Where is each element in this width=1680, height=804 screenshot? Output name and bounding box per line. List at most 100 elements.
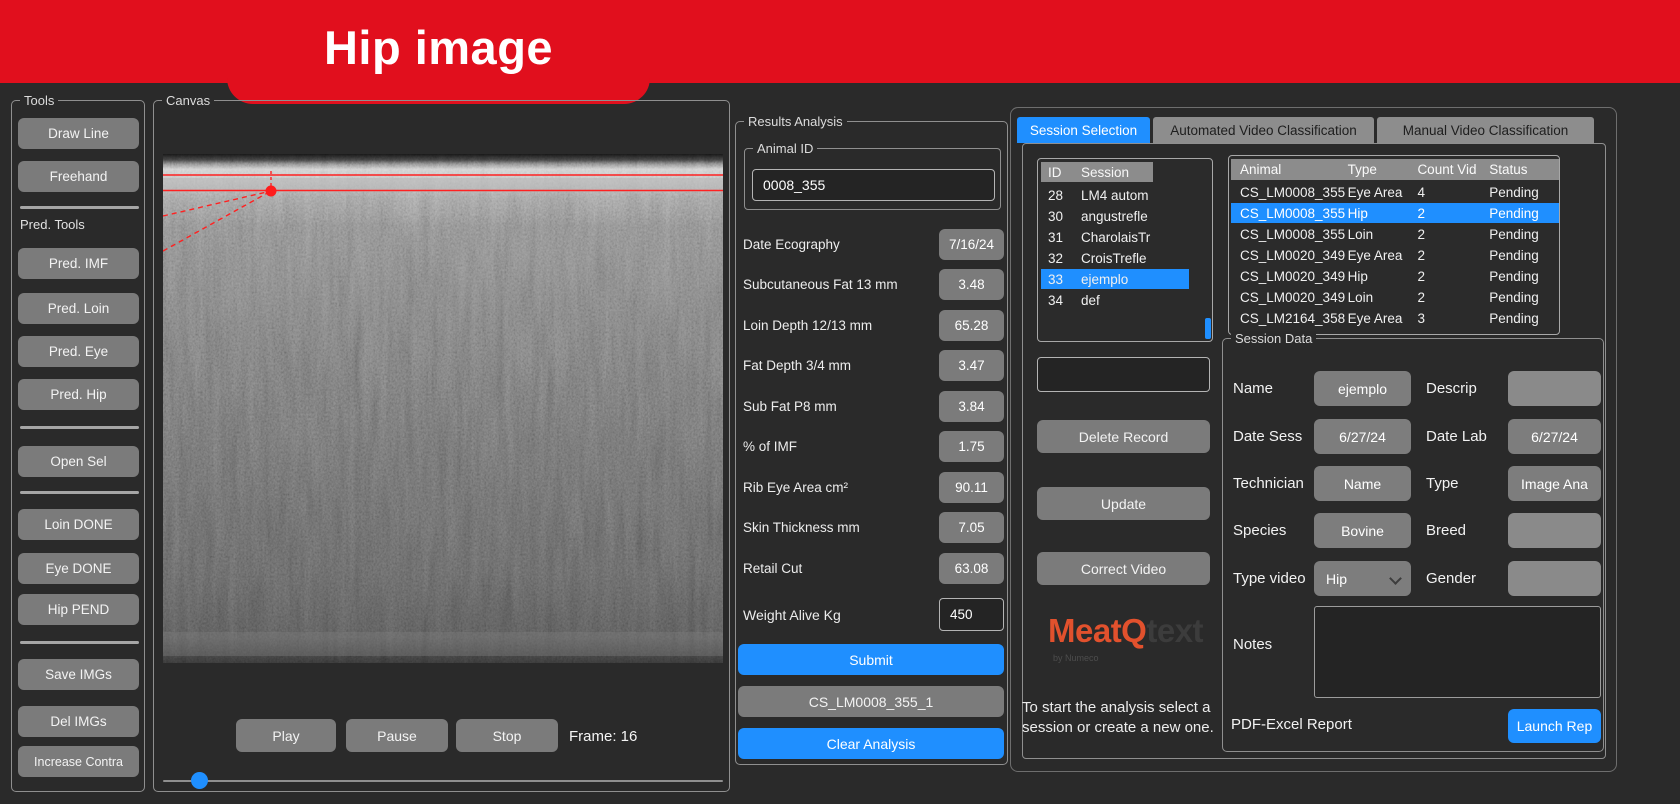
open-sel-button[interactable]: Open Sel bbox=[18, 446, 139, 477]
loin-done-button[interactable]: Loin DONE bbox=[18, 509, 139, 540]
page-title: Hip image bbox=[324, 20, 553, 85]
tab-automated-video-classification[interactable]: Automated Video Classification bbox=[1153, 117, 1374, 143]
measurement-point[interactable] bbox=[266, 186, 277, 197]
session-row[interactable]: 28 LM4 autom bbox=[1041, 185, 1209, 205]
tab-session-selection[interactable]: Session Selection bbox=[1017, 117, 1150, 143]
launch-report-button[interactable]: Launch Rep bbox=[1508, 709, 1601, 743]
record-id-button[interactable]: CS_LM0008_355_1 bbox=[738, 686, 1004, 717]
session-id: 31 bbox=[1041, 230, 1081, 245]
video-row[interactable]: CS_LM0020_349 Hip 2 Pending bbox=[1231, 266, 1559, 286]
video-row[interactable]: CS_LM0020_349 Loin 2 Pending bbox=[1231, 287, 1559, 307]
delete-record-button[interactable]: Delete Record bbox=[1037, 420, 1210, 453]
clear-analysis-button[interactable]: Clear Analysis bbox=[738, 728, 1004, 759]
session-row[interactable]: 30 angustrefle bbox=[1041, 206, 1209, 226]
pred-eye-button[interactable]: Pred. Eye bbox=[18, 336, 139, 367]
animal-id-input[interactable]: 0008_355 bbox=[752, 169, 995, 201]
cell-type: Loin bbox=[1348, 227, 1418, 242]
session-list[interactable]: ID Session 28 LM4 autom 30 angustrefle 3… bbox=[1037, 158, 1213, 342]
frame-slider-handle[interactable] bbox=[191, 772, 208, 789]
video-row[interactable]: CS_LM0008_355 Eye Area 4 Pending bbox=[1231, 182, 1559, 202]
play-button[interactable]: Play bbox=[236, 719, 336, 752]
date-lab-field[interactable]: 6/27/24 bbox=[1508, 419, 1601, 454]
update-button[interactable]: Update bbox=[1037, 487, 1210, 520]
weight-label: Weight Alive Kg bbox=[743, 607, 841, 623]
breed-field[interactable] bbox=[1508, 513, 1601, 548]
pred-imf-button[interactable]: Pred. IMF bbox=[18, 248, 139, 279]
date-sess-field[interactable]: 6/27/24 bbox=[1314, 419, 1411, 454]
pred-loin-button[interactable]: Pred. Loin bbox=[18, 293, 139, 324]
canvas-panel-label: Canvas bbox=[162, 93, 214, 108]
ultrasound-image[interactable] bbox=[163, 154, 723, 663]
notes-label: Notes bbox=[1233, 636, 1272, 653]
field-label: Fat Depth 3/4 mm bbox=[743, 358, 851, 373]
type-field[interactable]: Image Ana bbox=[1508, 466, 1601, 501]
session-id: 28 bbox=[1041, 188, 1081, 203]
stop-button[interactable]: Stop bbox=[456, 719, 558, 752]
type-video-dropdown[interactable]: Hip bbox=[1314, 561, 1411, 596]
field-label: Loin Depth 12/13 mm bbox=[743, 318, 872, 333]
tab-manual-video-classification[interactable]: Manual Video Classification bbox=[1377, 117, 1594, 143]
session-name: LM4 autom bbox=[1081, 188, 1149, 203]
draw-line-button[interactable]: Draw Line bbox=[18, 118, 139, 149]
video-row[interactable]: CS_LM0020_349 Eye Area 2 Pending bbox=[1231, 245, 1559, 265]
hip-pend-button[interactable]: Hip PEND bbox=[18, 594, 139, 625]
cell-animal: CS_LM0008_355 bbox=[1231, 185, 1348, 200]
logo-meatq-text: MeatQ bbox=[1048, 612, 1146, 649]
field-label: Sub Fat P8 mm bbox=[743, 399, 837, 414]
session-id: 33 bbox=[1041, 272, 1081, 287]
cell-count: 2 bbox=[1417, 206, 1489, 221]
frame-slider-track[interactable] bbox=[163, 780, 723, 782]
increase-contrast-button[interactable]: Increase Contra bbox=[18, 746, 139, 777]
session-id: 32 bbox=[1041, 251, 1081, 266]
correct-video-button[interactable]: Correct Video bbox=[1037, 552, 1210, 585]
cell-animal: CS_LM2164_358 bbox=[1231, 311, 1348, 326]
pause-button[interactable]: Pause bbox=[346, 719, 448, 752]
name-field[interactable]: ejemplo bbox=[1314, 371, 1411, 406]
session-row[interactable]: 32 CroisTrefle bbox=[1041, 248, 1209, 268]
technician-label: Technician bbox=[1233, 475, 1304, 492]
technician-field[interactable]: Name bbox=[1314, 466, 1411, 501]
tab-label: Automated Video Classification bbox=[1170, 123, 1357, 138]
cell-status: Pending bbox=[1489, 311, 1559, 326]
meatq-logo: MeatQtext bbox=[1048, 612, 1203, 650]
cell-status: Pending bbox=[1489, 290, 1559, 305]
pred-tools-label: Pred. Tools bbox=[20, 217, 85, 232]
save-imgs-button[interactable]: Save IMGs bbox=[18, 659, 139, 690]
cell-type: Eye Area bbox=[1348, 248, 1418, 263]
session-data-panel: Session Data Name ejemplo Descrip Date S… bbox=[1222, 338, 1604, 752]
pred-hip-button[interactable]: Pred. Hip bbox=[18, 379, 139, 410]
video-row[interactable]: CS_LM2164_358 Eye Area 3 Pending bbox=[1231, 308, 1559, 328]
fat-depth-value: 3.47 bbox=[939, 350, 1004, 381]
cell-animal: CS_LM0020_349 bbox=[1231, 269, 1348, 284]
logo-text-suffix: text bbox=[1146, 612, 1203, 649]
video-row-selected[interactable]: CS_LM0008_355 Hip 2 Pending bbox=[1231, 203, 1559, 223]
notes-textarea[interactable] bbox=[1314, 606, 1601, 698]
session-row[interactable]: 34 def bbox=[1041, 290, 1209, 310]
videos-table-header: Animal Type Count Vid Status bbox=[1231, 159, 1559, 180]
new-session-input[interactable] bbox=[1037, 357, 1210, 392]
video-row[interactable]: CS_LM0008_355 Loin 2 Pending bbox=[1231, 224, 1559, 244]
descrip-field[interactable] bbox=[1508, 371, 1601, 406]
col-status: Status bbox=[1489, 162, 1559, 177]
field-label: Skin Thickness mm bbox=[743, 520, 860, 535]
breed-label: Breed bbox=[1426, 522, 1466, 539]
submit-button[interactable]: Submit bbox=[738, 644, 1004, 675]
cell-status: Pending bbox=[1489, 185, 1559, 200]
videos-table[interactable]: Animal Type Count Vid Status CS_LM0008_3… bbox=[1228, 155, 1560, 335]
session-list-scrollbar[interactable] bbox=[1205, 318, 1211, 339]
date-sess-label: Date Sess bbox=[1233, 428, 1302, 445]
cell-animal: CS_LM0008_355 bbox=[1231, 206, 1348, 221]
freehand-button[interactable]: Freehand bbox=[18, 161, 139, 192]
header-session: Session bbox=[1081, 165, 1129, 180]
cell-status: Pending bbox=[1489, 227, 1559, 242]
del-imgs-button[interactable]: Del IMGs bbox=[18, 706, 139, 737]
col-count-vid: Count Vid bbox=[1417, 162, 1489, 177]
tools-panel-label: Tools bbox=[20, 93, 58, 108]
gender-field[interactable] bbox=[1508, 561, 1601, 596]
session-row-selected[interactable]: 33 ejemplo bbox=[1041, 269, 1189, 289]
eye-done-button[interactable]: Eye DONE bbox=[18, 553, 139, 584]
weight-input[interactable]: 450 bbox=[939, 598, 1004, 631]
species-field[interactable]: Bovine bbox=[1314, 513, 1411, 548]
animal-id-group: Animal ID 0008_355 bbox=[744, 148, 1001, 210]
session-row[interactable]: 31 CharolaisTr bbox=[1041, 227, 1209, 247]
